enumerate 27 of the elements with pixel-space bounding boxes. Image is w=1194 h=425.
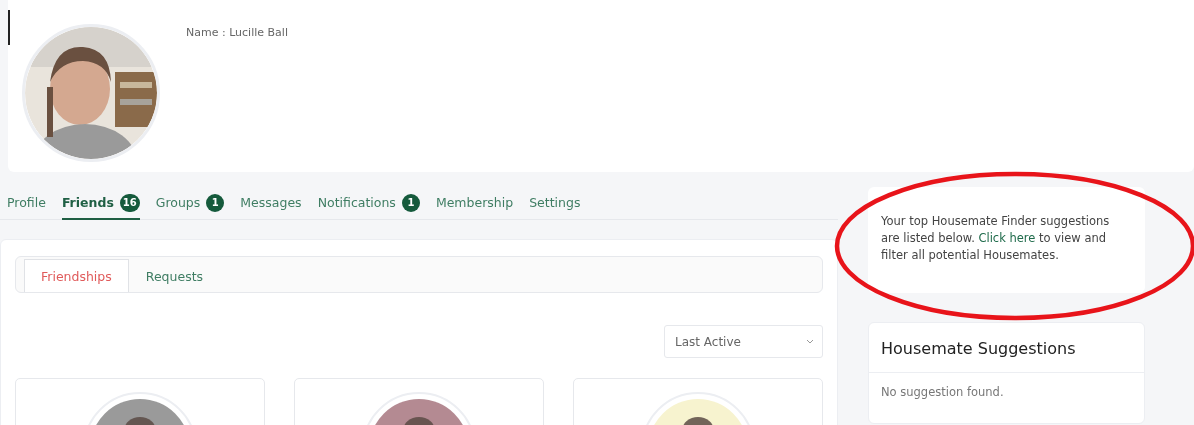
profile-name: Name : Lucille Ball (186, 26, 288, 39)
select-value: Last Active (675, 334, 741, 349)
profile-tab[interactable]: Membership (435, 187, 514, 220)
tab-label: Notifications (317, 195, 396, 210)
chevron-down-icon (806, 339, 814, 344)
count-badge: 1 (401, 193, 420, 212)
profile-tab[interactable]: Groups 1 (155, 187, 225, 220)
suggestions-title: Housemate Suggestions (869, 323, 1144, 373)
empty-message: No suggestion found. (880, 384, 1005, 401)
profile-tab[interactable]: Notifications 1 (317, 187, 420, 220)
finder-text: Your top Housemate Finder suggestions are listed below. Click here to view and filter all potential Housemates. (881, 214, 1110, 262)
profile-tab[interactable]: Messages (240, 187, 302, 220)
count-badge: 16 (119, 193, 140, 212)
sub-tab[interactable]: Requests (128, 259, 221, 292)
tab-label: Messages (240, 195, 302, 210)
profile-tab[interactable]: Profile (7, 187, 46, 220)
click-here-link[interactable]: Click here (978, 231, 1036, 245)
tab-label: Profile (7, 195, 46, 210)
sub-tab[interactable]: Friendships (24, 259, 129, 292)
sort-select[interactable]: Last Active (664, 325, 823, 358)
tab-label: Groups (155, 195, 201, 210)
count-badge: 1 (206, 193, 225, 212)
tab-label: Friends (61, 195, 114, 210)
tab-label: Settings (529, 195, 581, 210)
profile-tab[interactable]: Friends 16 (61, 187, 140, 220)
profile-tab[interactable]: Settings (529, 187, 581, 220)
tab-label: Membership (435, 195, 514, 210)
